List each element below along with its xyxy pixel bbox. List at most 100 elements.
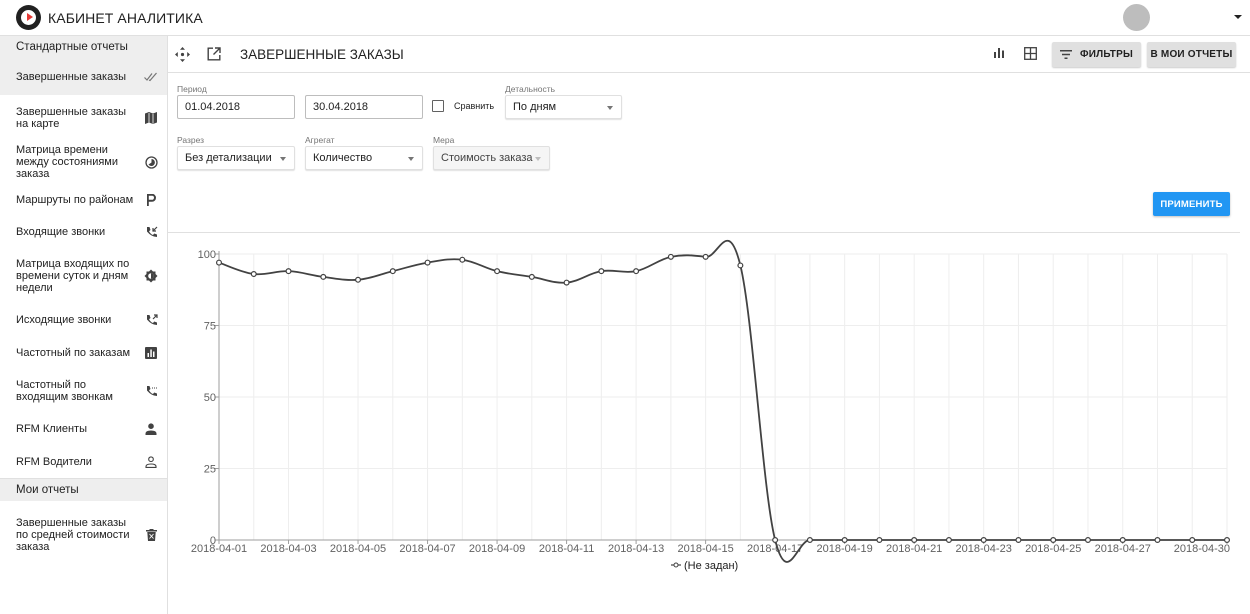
sidebar-item-label: Входящие звонки — [16, 226, 106, 238]
measure-select-value: Стоимость заказа — [441, 152, 533, 164]
sidebar-item-calls-frequency[interactable]: Частотный по входящим звонкам — [0, 369, 167, 413]
compare-checkbox[interactable] — [432, 100, 444, 112]
data-point — [320, 273, 327, 280]
open-external-icon[interactable] — [207, 47, 222, 62]
sidebar-item-district-routes[interactable]: Маршруты по районам — [0, 184, 167, 216]
x-tick-label: 2018-04-17 — [747, 543, 803, 555]
table-view-icon[interactable] — [1024, 47, 1039, 62]
sidebar-item-incoming-matrix[interactable]: Матрица входящих по времени суток и дням… — [0, 248, 167, 304]
sidebar-item-label: RFM Клиенты — [16, 423, 87, 435]
delete-icon[interactable] — [144, 528, 158, 542]
period-label: Период — [177, 84, 207, 94]
data-point — [737, 262, 744, 269]
sidebar-item-label: Маршруты по районам — [16, 194, 134, 206]
data-point — [841, 537, 848, 544]
data-point — [424, 259, 431, 266]
legend-swatch-point — [673, 562, 679, 568]
date-to-input[interactable]: 30.04.2018 — [305, 95, 423, 119]
sidebar-item-completed-orders[interactable]: Завершенные заказы — [0, 59, 167, 95]
brightness-icon — [144, 269, 158, 283]
sidebar-item-my-report[interactable]: Завершенные заказы по средней стоимости … — [0, 501, 167, 568]
detail-select-value: По дням — [513, 101, 557, 113]
sidebar-item-rfm-clients[interactable]: RFM Клиенты — [0, 413, 167, 445]
x-tick-label: 2018-04-27 — [1095, 543, 1151, 555]
x-tick-label: 2018-04-11 — [539, 543, 594, 555]
caret-down-icon — [607, 106, 613, 110]
caret-down-icon — [535, 157, 541, 161]
filter-icon — [1060, 50, 1073, 59]
data-point — [389, 268, 396, 275]
chevron-down-icon[interactable] — [1234, 15, 1242, 19]
data-point — [1223, 537, 1230, 544]
x-tick-label: 2018-04-21 — [886, 543, 942, 555]
timelapse-icon — [144, 155, 158, 169]
bar-chart-view-icon[interactable] — [993, 47, 1008, 62]
sidebar: Стандартные отчеты Завершенные заказы За… — [0, 36, 168, 614]
sidebar-item-label: Матрица времени между состояниями заказа — [16, 144, 119, 180]
sidebar-item-outgoing-calls[interactable]: Исходящие звонки — [0, 304, 167, 336]
data-point — [945, 537, 952, 544]
sidebar-item-label: Частотный по входящим звонкам — [16, 379, 113, 403]
data-point — [598, 268, 605, 275]
map-icon — [144, 111, 158, 125]
x-tick-label: 2018-04-15 — [677, 543, 733, 555]
sidebar-item-label: Частотный по заказам — [16, 346, 131, 359]
date-from-input[interactable]: 01.04.2018 — [177, 95, 295, 119]
x-tick-label: 2018-04-30 — [1174, 543, 1230, 555]
data-point — [702, 253, 709, 260]
data-point — [215, 259, 222, 266]
sidebar-item-orders-map[interactable]: Завершенные заказы на карте — [0, 95, 167, 140]
page-title: ЗАВЕРШЕННЫЕ ЗАКАЗЫ — [240, 47, 404, 62]
x-tick-label: 2018-04-19 — [817, 543, 873, 555]
measure-select: Стоимость заказа — [433, 146, 550, 170]
slice-label: Разрез — [177, 135, 205, 145]
compare-label: Сравнить — [454, 101, 495, 111]
aggregate-select[interactable]: Количество — [305, 146, 423, 170]
x-tick-label: 2018-04-13 — [608, 543, 664, 555]
sidebar-item-label: Завершенные заказы по средней стоимости … — [16, 516, 130, 553]
data-point — [633, 268, 640, 275]
add-to-my-reports-button[interactable]: В МОИ ОТЧЕТЫ — [1147, 42, 1236, 67]
data-point — [1154, 537, 1161, 544]
sidebar-section-standard: Стандартные отчеты — [0, 36, 167, 59]
data-point — [1084, 537, 1091, 544]
sidebar-item-label: Исходящие звонки — [16, 314, 112, 326]
filters-button[interactable]: ФИЛЬТРЫ — [1052, 42, 1141, 67]
aggregate-select-value: Количество — [313, 152, 373, 164]
data-point — [980, 537, 987, 544]
user-avatar[interactable] — [1123, 4, 1150, 31]
x-tick-label: 2018-04-07 — [399, 543, 455, 555]
sidebar-item-rfm-drivers[interactable]: RFM Водители — [0, 445, 167, 478]
sidebar-section-my: Мои отчеты — [0, 478, 167, 501]
x-tick-label: 2018-04-09 — [469, 543, 525, 555]
app-title: КАБИНЕТ АНАЛИТИКА — [48, 10, 203, 26]
data-point — [250, 271, 257, 278]
detail-select[interactable]: По дням — [505, 95, 622, 119]
slice-select[interactable]: Без детализации — [177, 146, 295, 170]
y-tick-label: 25 — [204, 464, 216, 476]
report-header: ЗАВЕРШЕННЫЕ ЗАКАЗЫ ФИЛЬТРЫ В МОИ ОТЧЕТЫ — [168, 36, 1250, 73]
phone-forwarded-icon — [144, 384, 158, 398]
move-icon[interactable] — [175, 47, 190, 62]
data-point — [876, 537, 883, 544]
data-point — [563, 279, 570, 286]
apply-button[interactable]: ПРИМЕНИТЬ — [1153, 192, 1230, 216]
app-logo-icon[interactable] — [16, 5, 41, 30]
sidebar-item-incoming-calls[interactable]: Входящие звонки — [0, 216, 167, 248]
y-tick-label: 50 — [204, 392, 216, 404]
data-point — [528, 273, 535, 280]
detail-label: Детальность — [505, 84, 556, 94]
bar-chart-icon — [144, 346, 158, 360]
slice-select-value: Без детализации — [185, 152, 272, 164]
sidebar-item-label: Завершенные заказы на карте — [16, 105, 127, 130]
sidebar-item-time-matrix[interactable]: Матрица времени между состояниями заказа — [0, 140, 167, 184]
phone-outgoing-icon — [144, 313, 158, 327]
sidebar-item-orders-frequency[interactable]: Частотный по заказам — [0, 336, 167, 369]
series-line — [218, 239, 1227, 563]
measure-label: Мера — [433, 135, 455, 145]
data-point — [667, 253, 674, 260]
y-tick-label: 75 — [204, 321, 216, 333]
data-point — [459, 256, 466, 263]
y-tick-label: 100 — [198, 249, 216, 261]
phone-incoming-icon — [144, 225, 158, 239]
